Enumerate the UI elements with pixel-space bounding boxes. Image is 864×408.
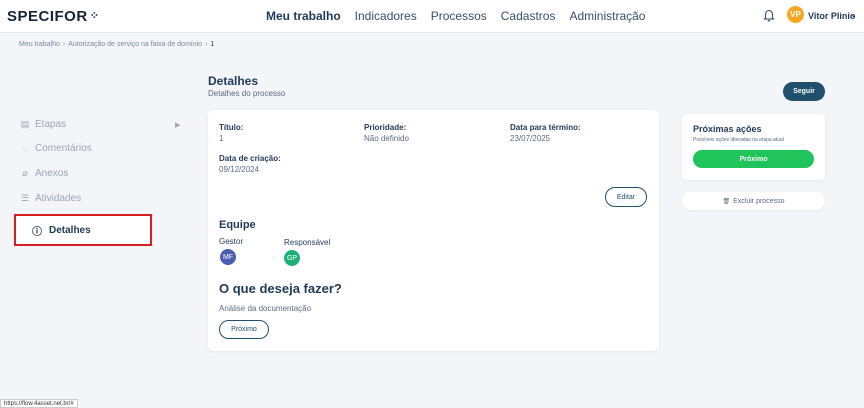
sidebar-item-anexos[interactable]: ⌀ Anexos: [20, 168, 68, 179]
edit-button[interactable]: Editar: [605, 187, 647, 207]
breadcrumb-process-type[interactable]: Autorização de serviço na faixa de domín…: [68, 41, 202, 48]
delete-process-label: Excluir processo: [733, 197, 785, 205]
field-label-titulo: Título:: [219, 123, 244, 132]
field-label-data-criacao: Data de criação:: [219, 154, 281, 163]
role-label-gestor: Gestor: [219, 237, 244, 246]
logo-text: SPECIFOR: [7, 8, 88, 25]
next-actions-card: Próximas ações Possíveis ações liberadas…: [682, 114, 825, 180]
field-value-data-criacao: 09/12/2024: [219, 165, 260, 174]
field-value-data-termino: 23/07/2025: [510, 134, 551, 143]
breadcrumb: Meu trabalho › Autorização de serviço na f…: [19, 41, 214, 48]
team-title: Equipe: [219, 219, 256, 231]
breadcrumb-separator: ›: [62, 41, 66, 48]
sidebar-item-label: Anexos: [35, 168, 69, 179]
sidebar-item-label: Detalhes: [49, 224, 91, 236]
breadcrumb-meu-trabalho[interactable]: Meu trabalho: [19, 41, 60, 48]
sidebar-item-detalhes[interactable]: ⓘ Detalhes: [14, 214, 152, 246]
paperclip-icon: ⌀: [22, 168, 28, 178]
document-icon: ▤: [20, 119, 30, 129]
main-nav: Meu trabalho Indicadores Processos Cadas…: [266, 9, 645, 23]
details-card: Título: 1 Prioridade: Não definido Data …: [208, 110, 659, 351]
breadcrumb-separator: ›: [205, 41, 208, 48]
trash-icon: 🗑: [722, 198, 731, 205]
sidebar-item-label: Atividades: [35, 193, 82, 204]
avatar[interactable]: MF: [220, 249, 236, 265]
info-icon: ⓘ: [32, 226, 42, 238]
logo[interactable]: SPECIFOR ⁘: [7, 8, 99, 25]
nav-meu-trabalho[interactable]: Meu trabalho: [266, 9, 341, 23]
comment-icon: ◌: [22, 143, 28, 154]
chevron-down-icon[interactable]: ⌄: [850, 10, 857, 19]
sidebar-item-label: Comentários: [35, 143, 92, 154]
user-name[interactable]: Vitor Plinio: [808, 11, 855, 21]
breadcrumb-current: 1: [210, 41, 215, 48]
field-label-prioridade: Prioridade:: [364, 123, 407, 132]
next-step-button[interactable]: Próximo: [219, 320, 269, 339]
field-value-prioridade: Não definido: [364, 134, 409, 143]
user-avatar[interactable]: VP: [787, 6, 804, 23]
delete-process-button[interactable]: 🗑 Excluir processo: [682, 192, 825, 210]
page-subtitle: Detalhes do processo: [208, 89, 286, 98]
nav-indicadores[interactable]: Indicadores: [355, 9, 417, 23]
field-label-data-termino: Data para término:: [510, 123, 581, 132]
next-actions-title: Próximas ações: [693, 124, 762, 134]
sidebar-item-label: Etapas: [35, 119, 67, 130]
next-button[interactable]: Próximo: [693, 150, 814, 168]
current-step: Análise da documentação: [219, 304, 312, 313]
sidebar-item-comentarios[interactable]: ◌ Comentários: [20, 143, 92, 154]
sidebar-item-etapas[interactable]: ▤ Etapas: [20, 119, 66, 130]
top-navbar: SPECIFOR ⁘ Meu trabalho Indicadores Proce…: [0, 0, 864, 33]
role-label-responsavel: Responsável: [284, 238, 331, 247]
logo-dots: ⁘: [89, 10, 100, 22]
nav-cadastros[interactable]: Cadastros: [501, 9, 556, 23]
next-actions-subtitle: Possíveis ações liberadas na etapa atual: [693, 137, 784, 143]
action-title: O que deseja fazer?: [219, 281, 342, 296]
nav-administracao[interactable]: Administração: [569, 9, 645, 23]
bell-icon[interactable]: [763, 9, 775, 23]
follow-button[interactable]: Seguir: [783, 82, 825, 101]
expand-arrow-icon[interactable]: ▶: [175, 121, 180, 129]
page-title: Detalhes: [208, 74, 259, 88]
field-value-titulo: 1: [219, 134, 224, 143]
avatar[interactable]: GP: [284, 250, 300, 266]
nav-processos[interactable]: Processos: [431, 9, 487, 23]
list-icon: ☰: [20, 193, 30, 203]
sidebar-item-atividades[interactable]: ☰ Atividades: [20, 193, 81, 204]
status-url: https://flow.4asset.net.br/#: [0, 399, 78, 408]
